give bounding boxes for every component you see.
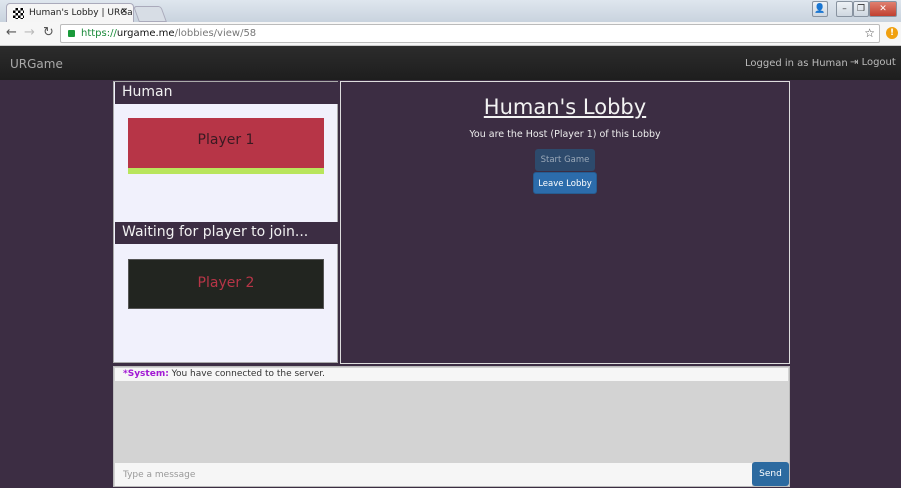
new-tab-button[interactable] xyxy=(133,6,167,22)
bookmark-star-icon[interactable]: ☆ xyxy=(864,26,875,40)
address-bar[interactable]: https://urgame.me/lobbies/view/58 ☆ xyxy=(60,24,880,43)
browser-tab-bar: Human's Lobby | URGame ✕ 👤 – ❐ ✕ xyxy=(0,0,901,22)
players-panel: Human Player 1 Waiting for player to joi… xyxy=(113,81,338,363)
message-text: You have connected to the server. xyxy=(168,369,326,379)
navbar: URGame Logged in as Human ⇥ Logout xyxy=(0,46,901,80)
chat-message: *System: You have connected to the serve… xyxy=(115,368,788,381)
player1-slot: Player 1 xyxy=(128,118,324,174)
tab-title: Human's Lobby | URGame xyxy=(29,8,133,18)
alert-icon[interactable]: ! xyxy=(886,27,898,39)
maximize-button[interactable]: ❐ xyxy=(853,1,869,17)
logout-label: Logout xyxy=(861,57,896,68)
lobby-panel: Human's Lobby You are the Host (Player 1… xyxy=(340,81,790,364)
url-path: /lobbies/view/58 xyxy=(174,28,257,39)
player2-slot: Player 2 xyxy=(128,259,324,309)
leave-lobby-button[interactable]: Leave Lobby xyxy=(533,172,597,194)
close-tab-icon[interactable]: ✕ xyxy=(120,7,128,17)
waiting-header: Waiting for player to join... xyxy=(115,222,338,244)
lock-icon xyxy=(68,30,75,37)
url-host: urgame.me xyxy=(116,28,175,39)
close-window-button[interactable]: ✕ xyxy=(869,1,897,17)
browser-tab[interactable]: Human's Lobby | URGame ✕ xyxy=(6,3,134,22)
chat-input[interactable] xyxy=(115,463,752,486)
minimize-button[interactable]: – xyxy=(836,1,853,17)
back-icon[interactable]: ← xyxy=(6,25,17,40)
host-header: Human xyxy=(115,82,338,104)
logged-in-text: Logged in as Human xyxy=(745,58,848,69)
lobby-subtitle: You are the Host (Player 1) of this Lobb… xyxy=(469,129,661,140)
brand-link[interactable]: URGame xyxy=(10,57,63,71)
send-button[interactable]: Send xyxy=(752,462,789,486)
logout-link[interactable]: ⇥ Logout xyxy=(850,57,896,68)
checkered-flag-icon xyxy=(13,8,24,19)
reload-icon[interactable]: ↻ xyxy=(43,25,54,40)
lobby-title: Human's Lobby xyxy=(483,95,647,119)
profile-icon[interactable]: 👤 xyxy=(812,1,828,17)
url-scheme: https:// xyxy=(81,28,117,39)
start-game-button[interactable]: Start Game xyxy=(535,149,595,171)
message-sender: *System: xyxy=(123,369,169,379)
chat-panel: *System: You have connected to the serve… xyxy=(113,366,790,487)
forward-icon[interactable]: → xyxy=(24,25,35,40)
address-row: ← → ↻ https://urgame.me/lobbies/view/58 … xyxy=(0,22,901,46)
logout-icon: ⇥ xyxy=(850,57,862,68)
